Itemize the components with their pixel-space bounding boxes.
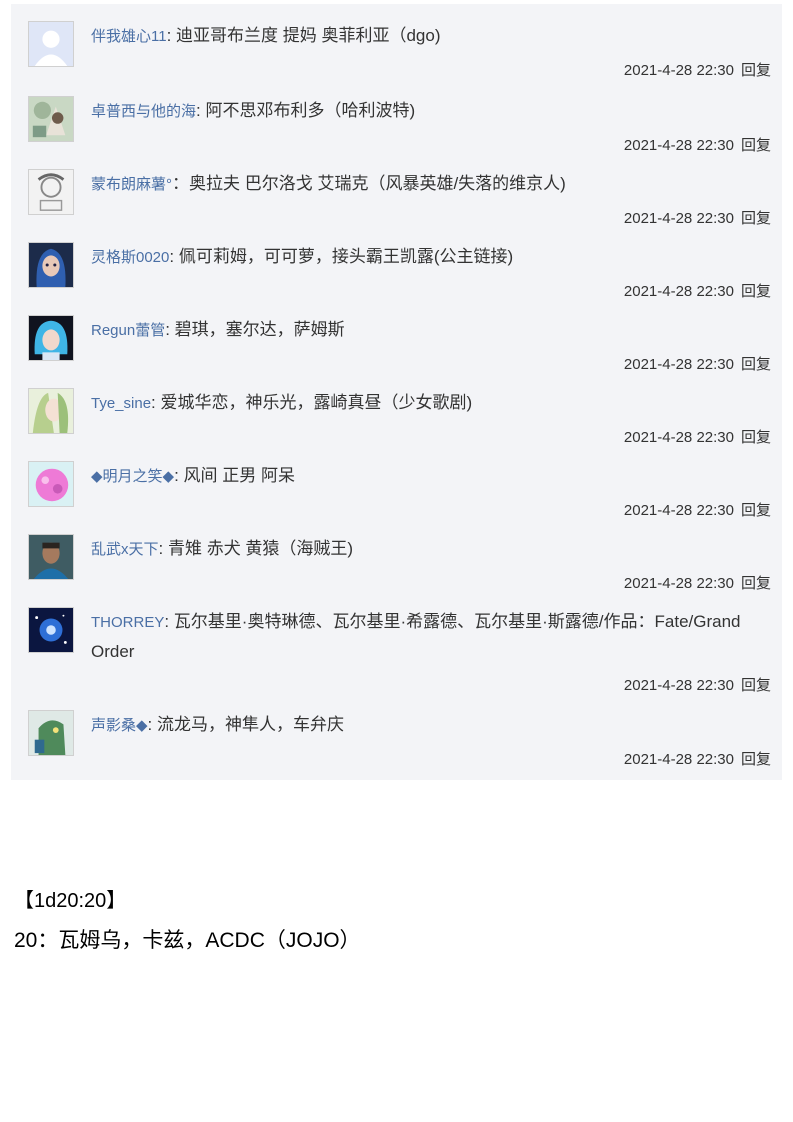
roll-result: 20：瓦姆乌，卡兹，ACDC（JOJO） (14, 929, 361, 952)
avatar[interactable] (28, 242, 74, 288)
comment-content: 奥拉夫 巴尔洛戈 艾瑞克（风暴英雄/失落的维京人) (189, 174, 566, 193)
comment-content: 爱城华恋，神乐光，露崎真昼（少女歌剧) (160, 393, 473, 412)
comment-text: THORREY: 瓦尔基里·奥特琳德、瓦尔基里·希露德、瓦尔基里·斯露德/作品：… (91, 607, 771, 666)
comment-content: 佩可莉姆，可可萝，接头霸王凯露(公主链接) (178, 247, 514, 266)
comment-meta: 2021-4-28 22:30 回复 (624, 674, 771, 695)
comment-date: 2021-4-28 22:30 (623, 575, 734, 592)
comment-date: 2021-4-28 22:30 (623, 62, 734, 79)
username-link[interactable]: 灵格斯0020 (91, 249, 169, 266)
separator: ： (172, 174, 189, 193)
comment-text: 伴我雄心11: 迪亚哥布兰度 提妈 奥菲利亚（dgo) (91, 21, 771, 51)
comment-meta: 2021-4-28 22:30 回复 (624, 426, 771, 447)
comment-content: 流龙马，神隼人，车弁庆 (157, 715, 344, 734)
username-link[interactable]: Tye_sine (91, 395, 151, 412)
comment-meta: 2021-4-28 22:30 回复 (624, 748, 771, 769)
comment-meta: 2021-4-28 22:30 回复 (624, 499, 771, 520)
comment-item: Tye_sine: 爱城华恋，神乐光，露崎真昼（少女歌剧) 2021-4-28 … (11, 388, 782, 448)
avatar[interactable] (28, 169, 74, 215)
comment-text: Regun蕾管: 碧琪，塞尔达，萨姆斯 (91, 315, 771, 345)
comment-item: Regun蕾管: 碧琪，塞尔达，萨姆斯 2021-4-28 22:30 回复 (11, 315, 782, 375)
comment-meta: 2021-4-28 22:30 回复 (624, 353, 771, 374)
separator: : (166, 26, 177, 45)
comment-date: 2021-4-28 22:30 (623, 137, 734, 154)
reply-link[interactable]: 回复 (741, 502, 771, 519)
comment-date: 2021-4-28 22:30 (623, 429, 734, 446)
comment-meta: 2021-4-28 22:30 回复 (624, 572, 771, 593)
comment-content: 碧琪，塞尔达，萨姆斯 (174, 320, 345, 339)
separator: : (164, 612, 174, 631)
reply-link[interactable]: 回复 (741, 429, 771, 446)
reply-link[interactable]: 回复 (741, 62, 771, 79)
comment-text: 灵格斯0020: 佩可莉姆，可可萝，接头霸王凯露(公主链接) (91, 242, 771, 272)
comment-content: 迪亚哥布兰度 提妈 奥菲利亚（dgo) (176, 26, 441, 45)
separator: : (174, 466, 184, 485)
comment-text: 乱武x天下: 青雉 赤犬 黄猿（海贼王) (91, 534, 771, 564)
comment-item: 乱武x天下: 青雉 赤犬 黄猿（海贼王) 2021-4-28 22:30 回复 (11, 534, 782, 594)
username-link[interactable]: 声影桑◆ (91, 717, 148, 734)
username-link[interactable]: Regun蕾管 (91, 322, 165, 339)
avatar[interactable] (28, 710, 74, 756)
reply-link[interactable]: 回复 (741, 283, 771, 300)
comment-content: 瓦尔基里·奥特琳德、瓦尔基里·希露德、瓦尔基里·斯露德/作品：Fate/Gran… (91, 612, 741, 661)
avatar[interactable] (28, 534, 74, 580)
username-link[interactable]: 乱武x天下 (91, 541, 159, 558)
comment-list: 伴我雄心11: 迪亚哥布兰度 提妈 奥菲利亚（dgo) 2021-4-28 22… (11, 4, 782, 780)
reply-link[interactable]: 回复 (741, 751, 771, 768)
comment-content: 青雉 赤犬 黄猿（海贼王) (167, 539, 354, 558)
comment-item: 蒙布朗麻薯°：奥拉夫 巴尔洛戈 艾瑞克（风暴英雄/失落的维京人) 2021-4-… (11, 169, 782, 229)
separator: : (169, 247, 179, 266)
comment-meta: 2021-4-28 22:30 回复 (624, 134, 771, 155)
comment-meta: 2021-4-28 22:30 回复 (624, 280, 771, 301)
avatar[interactable] (28, 21, 74, 67)
separator: : (165, 320, 175, 339)
username-link[interactable]: 蒙布朗麻薯° (91, 176, 172, 193)
reply-link[interactable]: 回复 (741, 677, 771, 694)
separator: : (158, 539, 168, 558)
comment-date: 2021-4-28 22:30 (623, 356, 734, 373)
separator: : (147, 715, 157, 734)
comment-meta: 2021-4-28 22:30 回复 (624, 59, 771, 80)
comment-text: 蒙布朗麻薯°：奥拉夫 巴尔洛戈 艾瑞克（风暴英雄/失落的维京人) (91, 169, 771, 199)
comment-meta: 2021-4-28 22:30 回复 (624, 207, 771, 228)
comment-item: ◆明月之笑◆: 风间 正男 阿呆 2021-4-28 22:30 回复 (11, 461, 782, 521)
comment-item: 伴我雄心11: 迪亚哥布兰度 提妈 奥菲利亚（dgo) 2021-4-28 22… (11, 21, 782, 81)
comment-text: ◆明月之笑◆: 风间 正男 阿呆 (91, 461, 771, 491)
reply-link[interactable]: 回复 (741, 356, 771, 373)
comment-date: 2021-4-28 22:30 (623, 502, 734, 519)
avatar[interactable] (28, 388, 74, 434)
username-link[interactable]: THORREY (91, 614, 164, 631)
comment-item: 灵格斯0020: 佩可莉姆，可可萝，接头霸王凯露(公主链接) 2021-4-28… (11, 242, 782, 302)
comment-text: Tye_sine: 爱城华恋，神乐光，露崎真昼（少女歌剧) (91, 388, 771, 418)
avatar[interactable] (28, 461, 74, 507)
comment-text: 卓普西与他的海: 阿不思邓布利多（哈利波特) (91, 96, 771, 126)
comment-item: THORREY: 瓦尔基里·奥特琳德、瓦尔基里·希露德、瓦尔基里·斯露德/作品：… (11, 607, 782, 697)
comment-date: 2021-4-28 22:30 (623, 751, 734, 768)
comment-content: 风间 正男 阿呆 (183, 466, 295, 485)
comment-content: 阿不思邓布利多（哈利波特) (205, 101, 416, 120)
comment-item: 卓普西与他的海: 阿不思邓布利多（哈利波特) 2021-4-28 22:30 回复 (11, 96, 782, 156)
comment-item: 声影桑◆: 流龙马，神隼人，车弁庆 2021-4-28 22:30 回复 (11, 710, 782, 770)
reply-link[interactable]: 回复 (741, 210, 771, 227)
comment-date: 2021-4-28 22:30 (623, 677, 734, 694)
comment-date: 2021-4-28 22:30 (623, 283, 734, 300)
reply-link[interactable]: 回复 (741, 137, 771, 154)
comment-date: 2021-4-28 22:30 (623, 210, 734, 227)
avatar[interactable] (28, 96, 74, 142)
avatar[interactable] (28, 315, 74, 361)
reply-link[interactable]: 回复 (741, 575, 771, 592)
separator: : (151, 393, 161, 412)
username-link[interactable]: ◆明月之笑◆ (91, 468, 174, 485)
username-link[interactable]: 卓普西与他的海 (91, 103, 196, 120)
avatar[interactable] (28, 607, 74, 653)
roll-heading: 【1d20:20】 (14, 890, 127, 912)
comment-text: 声影桑◆: 流龙马，神隼人，车弁庆 (91, 710, 771, 740)
username-link[interactable]: 伴我雄心11 (91, 28, 167, 45)
